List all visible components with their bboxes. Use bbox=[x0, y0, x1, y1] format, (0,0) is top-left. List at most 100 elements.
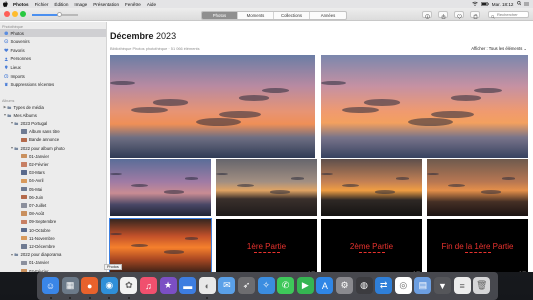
sidebar-album-01-janvier[interactable]: 01-Janvier bbox=[0, 152, 106, 160]
imovie-icon[interactable]: ★ bbox=[159, 277, 177, 294]
photo-thumbnail[interactable] bbox=[110, 55, 315, 158]
menu-image[interactable]: Image bbox=[71, 2, 90, 7]
sidebar-album-types-de-m-dia[interactable]: ▶ Types de média bbox=[0, 103, 106, 111]
menu-fenetre[interactable]: Fenêtre bbox=[122, 2, 144, 7]
apple-icon[interactable] bbox=[0, 1, 10, 7]
photos-icon[interactable]: ✿ bbox=[120, 277, 138, 294]
clock-text[interactable]: Mar. 18:12 bbox=[492, 2, 514, 7]
keynote-icon[interactable]: ▬ bbox=[179, 277, 197, 294]
sidebar-album-07-juillet[interactable]: 07-Juillet bbox=[0, 201, 106, 209]
album-thumbnail bbox=[21, 211, 27, 216]
document-icon[interactable]: ≡ bbox=[453, 277, 471, 294]
favorite-button[interactable] bbox=[454, 11, 464, 19]
video-title-text: 1ère Partie bbox=[246, 242, 287, 251]
close-button[interactable] bbox=[4, 11, 10, 17]
zoom-button[interactable] bbox=[20, 11, 26, 17]
sidebar-album-12-d-cembre[interactable]: 12-Décembre bbox=[0, 242, 106, 250]
photo-thumbnail[interactable] bbox=[110, 159, 211, 216]
sidebar-album-04-avril[interactable]: 04-Avril bbox=[0, 177, 106, 185]
firefox-icon[interactable]: ● bbox=[81, 277, 99, 294]
sidebar-item-souvenirs[interactable]: Souvenirs bbox=[0, 38, 106, 46]
sidebar-album-08-ao-t[interactable]: 08-Août bbox=[0, 210, 106, 218]
spotlight-icon[interactable] bbox=[516, 1, 522, 7]
zoom-slider[interactable] bbox=[32, 11, 78, 17]
photo-app-icon[interactable]: ◐ bbox=[198, 277, 216, 294]
sidebar-album-05-mai[interactable]: 05-Mai bbox=[0, 185, 106, 193]
disk-icon[interactable]: ◍ bbox=[355, 277, 373, 294]
filter-dropdown[interactable]: Afficher : Tous les éléments ⌄ bbox=[471, 46, 527, 51]
sidebar-album-2022-pour-diaporama[interactable]: ▼ 2022 pour diaporama bbox=[0, 251, 106, 259]
control-center-icon[interactable] bbox=[524, 2, 529, 7]
menu-aide[interactable]: Aide bbox=[144, 2, 159, 7]
sidebar-item-label: Souvenirs bbox=[10, 39, 30, 45]
search-field[interactable] bbox=[488, 11, 531, 19]
sidebar-album-02-f-vrier[interactable]: 02-Février bbox=[0, 160, 106, 168]
safari-like-icon[interactable]: ◉ bbox=[100, 277, 118, 294]
sidebar-item-personnes[interactable]: Personnes bbox=[0, 55, 106, 63]
appstore-icon[interactable]: A bbox=[316, 277, 334, 294]
sidebar-album-01-janvier[interactable]: 01-Janvier bbox=[0, 259, 106, 267]
info-button[interactable] bbox=[422, 11, 432, 19]
cloud-shape bbox=[501, 177, 516, 180]
mail-icon[interactable]: ✉ bbox=[218, 277, 236, 294]
sidebar-album-bande-annonce[interactable]: Bande annonce bbox=[0, 136, 106, 144]
sidebar-album-10-octobre[interactable]: 10-Octobre bbox=[0, 226, 106, 234]
tab-photos[interactable]: Photos bbox=[202, 12, 238, 19]
facetime-icon[interactable]: ▶ bbox=[296, 277, 314, 294]
sidebar-album-11-novembre[interactable]: 11-Novembre bbox=[0, 234, 106, 242]
settings-icon[interactable]: ⚙ bbox=[336, 277, 353, 294]
minimize-button[interactable] bbox=[12, 11, 18, 17]
safari-icon[interactable]: ✧ bbox=[257, 277, 275, 294]
chrome-icon[interactable]: ◎ bbox=[394, 277, 412, 294]
cloud-shape bbox=[131, 183, 149, 187]
sidebar-album-album-sans-titre[interactable]: Album sans titre bbox=[0, 128, 106, 136]
search-input[interactable] bbox=[497, 12, 531, 17]
cloud-shape bbox=[237, 183, 255, 187]
dock-tooltip: Photos bbox=[104, 264, 122, 270]
tab-collections[interactable]: Collections bbox=[274, 12, 310, 19]
menu-presentation[interactable]: Présentation bbox=[90, 2, 122, 7]
teamviewer-icon[interactable]: ⇄ bbox=[375, 277, 393, 294]
sidebar-item-imports[interactable]: Imports bbox=[0, 72, 106, 80]
utility-icon[interactable]: ▼ bbox=[434, 277, 451, 294]
tab-années[interactable]: Années bbox=[310, 12, 346, 19]
battery-icon[interactable] bbox=[480, 1, 489, 7]
share-button[interactable] bbox=[438, 11, 448, 19]
sidebar-item-photos[interactable]: Photos bbox=[0, 29, 106, 37]
sidebar-item-suppressions-r-centes[interactable]: Suppressions récentes bbox=[0, 81, 106, 89]
tab-moments[interactable]: Moments bbox=[238, 12, 274, 19]
menu-fichier[interactable]: Fichier bbox=[32, 2, 52, 7]
rotate-button[interactable] bbox=[470, 11, 480, 19]
preview-icon[interactable]: ▤ bbox=[414, 277, 432, 294]
video-thumbnail[interactable]: 1ère Partie0:05 bbox=[216, 219, 317, 272]
sidebar-album-label: 01-Janvier bbox=[29, 153, 50, 159]
menu-edition[interactable]: Édition bbox=[51, 2, 71, 7]
photo-thumbnail[interactable] bbox=[216, 159, 317, 216]
menu-app-name[interactable]: Photos bbox=[10, 2, 32, 7]
photo-thumbnail[interactable] bbox=[321, 159, 422, 216]
trash-icon[interactable]: 🗑 bbox=[473, 277, 491, 294]
sidebar-album-03-mars[interactable]: 03-Mars bbox=[0, 169, 106, 177]
finder-icon[interactable]: ☺ bbox=[42, 277, 59, 294]
sidebar-album-06-juin[interactable]: 06-Juin bbox=[0, 193, 106, 201]
launchpad-icon[interactable]: ▦ bbox=[61, 277, 79, 294]
photo-thumbnail[interactable] bbox=[427, 159, 528, 216]
sidebar-album-2023-portugal[interactable]: ▼ 2023 Portugal bbox=[0, 119, 106, 127]
menu-bar: Photos Fichier Édition Image Présentatio… bbox=[0, 0, 533, 8]
messages-icon[interactable]: ✆ bbox=[277, 277, 295, 294]
sidebar-album-2022-pour-album-photo[interactable]: ▼ 2022 pour album photo bbox=[0, 144, 106, 152]
music-icon[interactable]: ♫ bbox=[140, 277, 157, 294]
album-thumbnail bbox=[21, 235, 27, 241]
photo-thumbnail[interactable] bbox=[321, 55, 528, 158]
wifi-icon[interactable] bbox=[472, 1, 478, 7]
video-thumbnail[interactable]: 2ème Partie0:05 bbox=[321, 219, 422, 272]
sidebar-item-favoris[interactable]: Favoris bbox=[0, 46, 106, 54]
sidebar-item-lieux[interactable]: Lieux bbox=[0, 63, 106, 71]
sidebar-album-mes-albums[interactable]: ▼ Mes Albums bbox=[0, 111, 106, 119]
zoom-slider-knob[interactable] bbox=[57, 11, 63, 17]
rocket-icon[interactable]: ➶ bbox=[238, 277, 255, 294]
video-thumbnail[interactable]: Fin de la 1ère Partie 0:05 bbox=[427, 219, 528, 272]
folder-icon bbox=[14, 146, 19, 151]
sidebar-album-09-septembre[interactable]: 09-Septembre bbox=[0, 218, 106, 226]
photo-thumbnail[interactable] bbox=[109, 218, 212, 272]
